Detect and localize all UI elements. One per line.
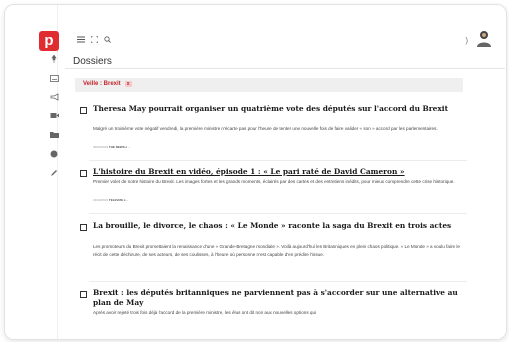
fullscreen-icon[interactable] [90,35,99,45]
remove-filter-icon[interactable]: x [124,81,132,87]
article-source: THE NEWS [108,145,125,149]
article-meta-extra: ■ ~ [125,145,130,149]
article-title[interactable]: La brouille, le divorce, le chaos : « Le… [93,221,465,231]
list-item: La brouille, le divorce, le chaos : « Le… [75,221,467,281]
article-title[interactable]: Brexit : les députés britanniques ne par… [93,288,465,308]
list-item: L'histoire du Brexit en vidéo, épisode 1… [75,167,467,212]
select-checkbox[interactable] [80,107,87,114]
page-title: Dossiers [73,56,112,67]
list-item: Theresa May pourrait organiser un quatri… [75,104,467,156]
megaphone-icon[interactable] [49,93,59,103]
notification-indicator[interactable]: ) [465,36,468,45]
divider [65,68,505,69]
app-logo[interactable]: p [39,31,59,51]
filter-tag[interactable]: Veille : Brexit x [83,81,132,87]
avatar[interactable] [476,29,492,47]
select-checkbox[interactable] [80,224,87,231]
divider [89,213,467,214]
divider [89,160,467,161]
article-source: TELEVIZE [108,198,124,202]
hamburger-menu-icon[interactable] [77,35,85,45]
divider [89,281,467,282]
globe-icon[interactable] [49,150,59,160]
article-excerpt: Malgré un troisième vote négatif vendred… [93,126,438,131]
pen-icon[interactable] [49,169,59,179]
article-date: 30/03/2019 [93,145,109,149]
filter-tag-label: Veille : Brexit [83,81,121,87]
keyboard-icon[interactable] [49,75,59,85]
search-icon[interactable] [104,35,111,45]
article-excerpt: Après avoir rejeté trois fois déjà l'acc… [93,310,317,315]
article-meta-extra: ■ ~ [124,198,129,202]
video-icon[interactable] [49,112,59,122]
article-meta: 30/03/2019 THE NEWS ■ ~ [93,145,130,149]
article-title[interactable]: Theresa May pourrait organiser un quatri… [93,104,465,114]
select-checkbox[interactable] [80,170,87,177]
filter-bar: Veille : Brexit x [75,78,463,92]
article-title[interactable]: L'histoire du Brexit en vidéo, épisode 1… [93,167,465,177]
article-excerpt: Les promoteurs du Brexit promettaient la… [93,244,460,257]
article-date: 21/03/2019 [93,198,109,202]
select-checkbox[interactable] [80,291,87,298]
pin-icon[interactable] [49,54,59,65]
article-meta: 21/03/2019 TELEVIZE ■ ~ [93,198,128,202]
list-item: Brexit : les députés britanniques ne par… [75,288,467,328]
app-window: p ) Dossiers Veille: Brexit x Theresa M… [4,4,507,340]
folder-icon[interactable] [49,131,59,141]
article-excerpt: Premier volet de notre histoire du Brexi… [93,179,455,184]
